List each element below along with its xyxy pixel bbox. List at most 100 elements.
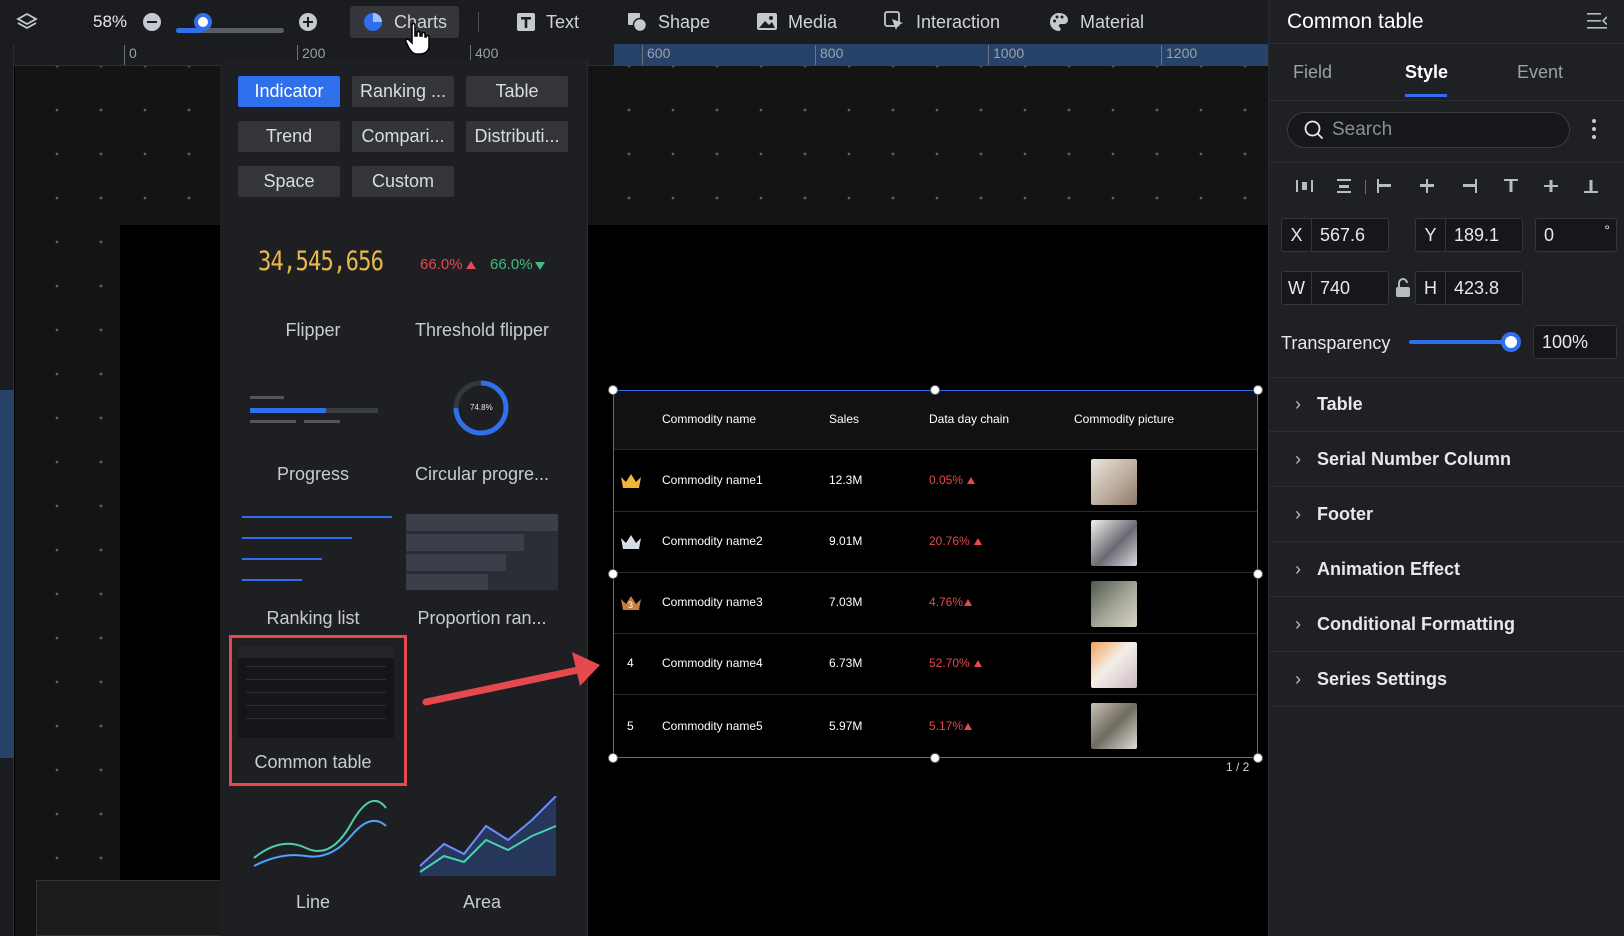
align-center-horizontal-icon[interactable] [1417,178,1437,194]
media-menu-button[interactable]: Media [756,0,837,44]
section-series-settings[interactable]: › Series Settings [1269,653,1624,707]
vertical-ruler-selection [0,390,14,758]
chevron-right-icon: › [1295,669,1301,689]
chevron-right-icon: › [1295,394,1301,414]
rotation-field[interactable]: 0 ° [1535,218,1617,252]
align-left-icon[interactable] [1375,178,1395,194]
section-footer[interactable]: › Footer [1269,488,1624,542]
proportion-preview-row [406,534,524,551]
transparency-value: 100% [1542,331,1589,352]
align-bottom-icon[interactable] [1581,178,1601,194]
interaction-menu-button[interactable]: Interaction [884,0,1000,44]
width-field[interactable]: W 740 [1281,271,1389,305]
category-distribution[interactable]: Distributi... [466,121,568,152]
properties-panel: Common table Field Style Event Search X … [1268,0,1624,936]
ruler-tick: 1000 [988,45,1024,65]
ruler-tick: 0 [124,45,137,65]
plus-circle-icon [299,13,317,31]
selection-frame [613,390,1258,758]
ranking-preview-bar [242,579,302,581]
section-label: Table [1317,394,1363,414]
circular-progress-thumbnail[interactable]: 74.8% [400,370,570,470]
distribute-horizontal-icon[interactable] [1295,178,1315,194]
area-chart-preview [419,795,557,876]
triangle-down-icon [535,262,545,270]
shape-menu-button[interactable]: Shape [626,0,710,44]
ruler-tick: 600 [642,45,670,65]
zoom-out-button[interactable] [142,0,172,44]
transparency-handle[interactable] [1501,332,1521,352]
section-conditional-formatting[interactable]: › Conditional Formatting [1269,598,1624,652]
resize-handle-top-right[interactable] [1253,385,1263,395]
area-label: Area [462,892,502,912]
shape-icon [628,13,648,33]
collapse-panel-icon[interactable] [1587,12,1607,30]
category-comparison[interactable]: Compari... [352,121,454,152]
layers-button[interactable] [16,0,48,44]
resize-handle-right[interactable] [1253,569,1263,579]
category-space[interactable]: Space [238,166,340,197]
threshold-up-value: 66.0% [420,256,463,273]
align-top-icon[interactable] [1501,178,1521,194]
minimap[interactable] [36,880,248,936]
category-indicator[interactable]: Indicator [238,76,340,107]
transparency-field[interactable]: 100% [1533,325,1617,359]
ranking-preview-bar [242,537,352,539]
zoom-in-button[interactable] [298,0,328,44]
table-pager[interactable]: 1 / 2 [1226,760,1249,774]
progress-preview-text [250,420,296,423]
zoom-level: 58% [93,12,128,31]
material-menu-button[interactable]: Material [1048,0,1144,44]
resize-handle-bottom-left[interactable] [608,753,618,763]
ranking-preview-bar [242,516,392,518]
align-right-icon[interactable] [1459,178,1479,194]
area-chart-thumbnail[interactable] [404,795,564,882]
category-table[interactable]: Table [466,76,568,107]
proportion-ranking-thumbnail[interactable] [406,514,558,590]
distribute-vertical-icon[interactable] [1335,178,1355,194]
more-options-icon[interactable] [1591,118,1597,140]
tab-field[interactable]: Field [1293,62,1332,83]
section-serial-number-column[interactable]: › Serial Number Column [1269,433,1624,487]
x-label: X [1282,219,1312,251]
transparency-slider[interactable] [1409,330,1521,354]
red-arrow-annotation [422,652,600,706]
zoom-slider-handle[interactable] [194,13,212,31]
section-animation-effect[interactable]: › Animation Effect [1269,543,1624,597]
search-input[interactable]: Search [1287,112,1570,148]
y-position-field[interactable]: Y 189.1 [1415,218,1523,252]
zoom-slider[interactable] [176,10,284,34]
category-trend[interactable]: Trend [238,121,340,152]
height-field[interactable]: H 423.8 [1415,271,1523,305]
chevron-right-icon: › [1295,559,1301,579]
unlock-icon[interactable] [1395,278,1411,298]
text-menu-button[interactable]: Text [516,0,579,44]
category-ranking[interactable]: Ranking ... [352,76,454,107]
resize-handle-bottom-right[interactable] [1253,753,1263,763]
x-position-field[interactable]: X 567.6 [1281,218,1389,252]
minus-circle-icon [143,13,161,31]
palette-icon [1050,13,1068,31]
h-value: 423.8 [1454,277,1500,298]
tab-event[interactable]: Event [1517,62,1563,83]
h-label: H [1416,272,1446,304]
threshold-flipper-label: Threshold flipper [414,320,550,340]
progress-label: Progress [276,464,350,484]
ranking-preview-bar [242,558,322,560]
align-middle-vertical-icon[interactable] [1541,178,1561,194]
resize-handle-top-left[interactable] [608,385,618,395]
resize-handle-bottom[interactable] [930,753,940,763]
section-label: Serial Number Column [1317,449,1512,469]
resize-handle-left[interactable] [608,569,618,579]
tab-style[interactable]: Style [1405,62,1448,83]
progress-preview-text [304,420,340,423]
category-custom[interactable]: Custom [352,166,454,197]
section-label: Conditional Formatting [1317,614,1515,634]
proportion-preview-row [406,574,488,590]
resize-handle-top[interactable] [930,385,940,395]
chevron-right-icon: › [1295,449,1301,469]
section-table[interactable]: › Table [1269,378,1624,432]
horizontal-ruler: 0 200 400 600 800 1000 1200 [14,44,1268,66]
ranking-list-thumbnail[interactable] [238,508,396,592]
line-chart-thumbnail[interactable] [236,796,396,882]
